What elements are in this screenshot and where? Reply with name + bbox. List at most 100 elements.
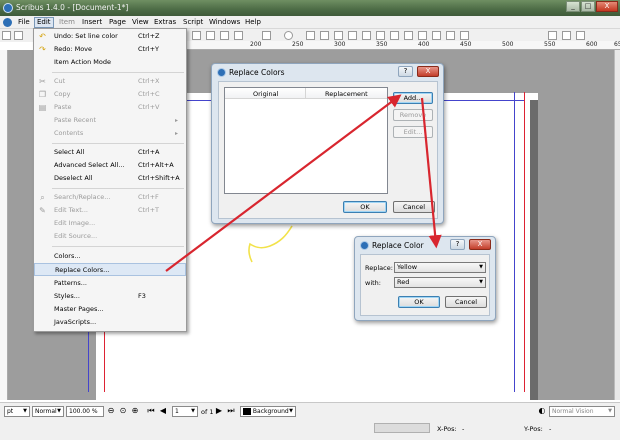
previous-page-icon[interactable]: ◀	[158, 406, 168, 416]
menu-help[interactable]: Help	[243, 17, 263, 28]
menu-edit-source[interactable]: Edit Source...	[34, 230, 186, 243]
menu-advanced-select-all[interactable]: Advanced Select All... Ctrl+Alt+A	[34, 159, 186, 172]
close-dialog-button[interactable]: X	[417, 66, 439, 77]
horizontal-scrollbar[interactable]	[374, 423, 430, 433]
page-select[interactable]: 1 ▼	[172, 406, 198, 417]
image-frame-icon[interactable]	[206, 31, 215, 40]
image-quality-select[interactable]: Normal ▼	[32, 406, 64, 417]
menu-master-pages[interactable]: Master Pages...	[34, 303, 186, 316]
menu-edit-text[interactable]: ✎ Edit Text... Ctrl+T	[34, 204, 186, 217]
menu-insert[interactable]: Insert	[80, 17, 104, 28]
menu-label: Patterns...	[54, 279, 87, 287]
menu-script[interactable]: Script	[181, 17, 205, 28]
menu-paste-recent[interactable]: Paste Recent ▸	[34, 114, 186, 127]
ok-button[interactable]: OK	[343, 201, 387, 213]
ok-button[interactable]: OK	[398, 296, 440, 308]
menu-colors[interactable]: Colors...	[34, 250, 186, 263]
column-replacement[interactable]: Replacement	[325, 90, 368, 98]
color-replacement-list[interactable]: Original Replacement	[224, 87, 388, 194]
pdf-field-icon[interactable]	[562, 31, 571, 40]
maximize-button[interactable]: □	[581, 1, 595, 12]
with-color-select[interactable]: Red ▼	[394, 277, 486, 288]
add-button[interactable]: Add...	[393, 92, 433, 104]
menu-view[interactable]: View	[130, 17, 151, 28]
first-page-icon[interactable]: ⏮	[146, 406, 156, 416]
menu-separator	[52, 246, 184, 247]
menu-windows[interactable]: Windows	[207, 17, 242, 28]
document-menu-icon[interactable]	[3, 18, 12, 27]
shape-icon[interactable]	[234, 31, 243, 40]
unit-select[interactable]: pt ▼	[4, 406, 30, 417]
zoom-out-icon[interactable]: ⊖	[106, 406, 116, 416]
menu-label: JavaScripts...	[54, 318, 97, 326]
minimize-button[interactable]: _	[566, 1, 580, 12]
rectangle-icon[interactable]	[262, 31, 271, 40]
pdf-button-icon[interactable]	[548, 31, 557, 40]
replace-color-select[interactable]: Yellow ▼	[394, 262, 486, 273]
close-window-button[interactable]: X	[596, 1, 618, 12]
new-document-icon[interactable]	[2, 31, 11, 40]
help-button[interactable]: ?	[398, 66, 413, 77]
edit-contents-icon[interactable]	[376, 31, 385, 40]
zoom-100-icon[interactable]: ⊙	[118, 406, 128, 416]
yellow-freehand-line[interactable]	[240, 222, 300, 267]
menu-shortcut: Ctrl+Shift+A	[138, 174, 180, 182]
menu-edit-image[interactable]: Edit Image...	[34, 217, 186, 230]
vision-mode-select[interactable]: Normal Vision ▼	[549, 406, 615, 417]
menu-search-replace[interactable]: ⌕ Search/Replace... Ctrl+F	[34, 191, 186, 204]
vertical-ruler[interactable]	[0, 50, 8, 400]
vertical-scrollbar[interactable]	[614, 50, 620, 400]
menu-redo[interactable]: ↷ Redo: Move Ctrl+Y	[34, 43, 186, 56]
menu-undo[interactable]: ↶ Undo: Set line color Ctrl+Z	[34, 30, 186, 43]
menu-deselect-all[interactable]: Deselect All Ctrl+Shift+A	[34, 172, 186, 185]
cancel-button[interactable]: Cancel	[445, 296, 487, 308]
measurements-icon[interactable]	[432, 31, 441, 40]
menu-replace-colors[interactable]: Replace Colors...	[34, 263, 186, 276]
zoom-in-icon[interactable]: ⊕	[130, 406, 140, 416]
scribus-app-icon[interactable]	[3, 3, 13, 13]
layer-select[interactable]: Background ▼	[240, 406, 296, 417]
copy-properties-icon[interactable]	[446, 31, 455, 40]
menu-label: Select All	[54, 148, 85, 156]
vision-preview-icon[interactable]: ◐	[537, 406, 547, 416]
zoom-input[interactable]: 100.00 %	[66, 406, 104, 417]
help-button[interactable]: ?	[450, 239, 465, 250]
remove-button[interactable]: Remove	[393, 109, 433, 121]
line-icon[interactable]	[306, 31, 315, 40]
zoom-icon[interactable]	[362, 31, 371, 40]
edit-button[interactable]: Edit...	[393, 126, 433, 138]
menu-edit[interactable]: Edit	[34, 17, 54, 28]
rotate-icon[interactable]	[348, 31, 357, 40]
menu-copy[interactable]: ❐ Copy Ctrl+C	[34, 88, 186, 101]
menu-item-action-mode[interactable]: Item Action Mode	[34, 56, 186, 69]
freehand-icon[interactable]	[334, 31, 343, 40]
cancel-button[interactable]: Cancel	[393, 201, 435, 213]
open-document-icon[interactable]	[14, 31, 23, 40]
menu-item[interactable]: Item	[57, 17, 77, 28]
menu-extras[interactable]: Extras	[152, 17, 178, 28]
menu-cut[interactable]: ✂ Cut Ctrl+X	[34, 75, 186, 88]
text-frame-icon[interactable]	[192, 31, 201, 40]
eyedropper-icon[interactable]	[460, 31, 469, 40]
menu-javascripts[interactable]: JavaScripts...	[34, 316, 186, 329]
menu-contents[interactable]: Contents ▸	[34, 127, 186, 140]
menu-file[interactable]: File	[16, 17, 32, 28]
pdf-annotation-icon[interactable]	[576, 31, 585, 40]
menu-page[interactable]: Page	[107, 17, 128, 28]
table-icon[interactable]	[220, 31, 229, 40]
last-page-icon[interactable]: ⏭	[226, 406, 236, 416]
unlink-frames-icon[interactable]	[418, 31, 427, 40]
horizontal-ruler[interactable]: 200 250 300 350 400 450 500 550 600 650	[186, 41, 620, 50]
menu-styles[interactable]: Styles... F3	[34, 290, 186, 303]
column-original[interactable]: Original	[253, 90, 278, 98]
edit-text-toolbar-icon[interactable]	[390, 31, 399, 40]
menu-paste[interactable]: ▤ Paste Ctrl+V	[34, 101, 186, 114]
link-frames-icon[interactable]	[404, 31, 413, 40]
column-divider[interactable]	[305, 88, 306, 99]
ellipse-icon[interactable]	[284, 31, 293, 40]
menu-select-all[interactable]: Select All Ctrl+A	[34, 146, 186, 159]
menu-patterns[interactable]: Patterns...	[34, 277, 186, 290]
close-dialog-button[interactable]: X	[469, 239, 491, 250]
next-page-icon[interactable]: ▶	[214, 406, 224, 416]
bezier-icon[interactable]	[320, 31, 329, 40]
